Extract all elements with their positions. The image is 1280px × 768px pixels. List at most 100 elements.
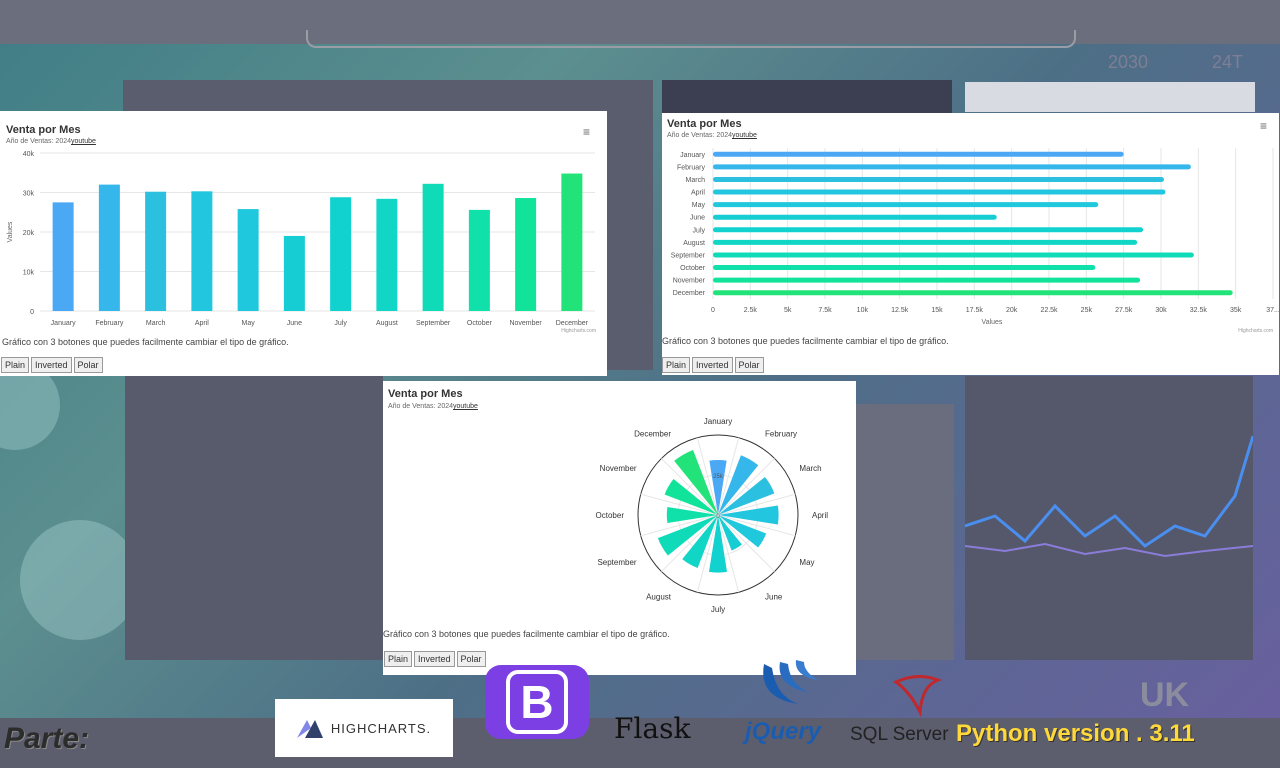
polar-button[interactable]: Polar xyxy=(73,357,103,373)
y-category-label: June xyxy=(690,215,705,222)
plain-button[interactable]: Plain xyxy=(1,357,30,373)
y-category-label: March xyxy=(686,177,706,184)
bar-may xyxy=(237,209,259,311)
x-tick-label: July xyxy=(334,320,347,327)
bar-february xyxy=(98,184,120,311)
y-category-label: April xyxy=(691,190,705,197)
bar-march xyxy=(713,176,1164,182)
bar-july xyxy=(713,227,1144,233)
polar-category-label: February xyxy=(765,430,797,439)
x-tick-label: February xyxy=(95,320,124,327)
polar-category-label: January xyxy=(704,417,732,426)
bar-june xyxy=(283,235,305,311)
background-text-24t: 24T xyxy=(1212,52,1244,72)
jquery-logo: jQuery xyxy=(745,718,822,745)
highcharts-icon xyxy=(296,720,323,738)
chart-description: Gráfico con 3 botones que puedes facilme… xyxy=(383,629,670,639)
x-tick-label: 27.5k xyxy=(1115,307,1133,314)
x-tick-label: 37... xyxy=(1266,307,1279,314)
x-tick-label: 32.5k xyxy=(1190,307,1208,314)
background-panel xyxy=(125,376,383,660)
inverted-button[interactable]: Inverted xyxy=(31,357,72,373)
polar-category-label: October xyxy=(596,511,625,520)
x-tick-label: 2.5k xyxy=(744,307,758,314)
x-tick-label: August xyxy=(376,320,398,327)
bar-january xyxy=(52,202,74,311)
polar-category-label: September xyxy=(597,558,636,567)
y-category-label: December xyxy=(673,290,706,297)
highcharts-credit: Highcharts.com xyxy=(1238,328,1273,334)
flask-logo: Flask xyxy=(614,712,691,745)
polar-category-label: April xyxy=(812,511,828,520)
x-tick-label: 22.5k xyxy=(1040,307,1058,314)
bar-january xyxy=(713,151,1124,157)
column-chart: 0 10k 20k 30k 40k Values January February March A… xyxy=(7,151,596,334)
y-category-label: October xyxy=(680,265,706,272)
x-tick-label: 12.5k xyxy=(891,307,909,314)
bar-february xyxy=(713,164,1191,170)
y-tick-label: 40k xyxy=(23,151,35,158)
top-bar xyxy=(0,0,1280,48)
polar-button[interactable]: Polar xyxy=(456,651,486,667)
y-category-label: February xyxy=(677,164,706,171)
bar-september xyxy=(422,183,444,311)
x-tick-label: 0 xyxy=(711,307,715,314)
bar-april xyxy=(713,189,1166,195)
highcharts-credit: Highcharts.com xyxy=(561,328,596,334)
polar-category-label: December xyxy=(634,430,671,439)
bar-chart: 0 2.5k 5k 7.5k 10k 12.5k 15k 17.5k 20k 22.5k 25k 27… xyxy=(671,148,1279,334)
python-version-label: Python version . 3.11 xyxy=(956,720,1195,747)
bar-may xyxy=(713,202,1099,208)
x-tick-label: May xyxy=(242,320,256,327)
bar-november xyxy=(713,277,1141,283)
x-tick-label: April xyxy=(195,320,209,327)
plain-button[interactable]: Plain xyxy=(662,357,691,373)
polar-button[interactable]: Polar xyxy=(734,357,764,373)
inverted-button[interactable]: Inverted xyxy=(414,651,455,667)
polar-spoke xyxy=(717,514,775,572)
x-tick-label: 17.5k xyxy=(966,307,984,314)
sql-server-icon xyxy=(893,675,942,718)
parte-label: Parte: xyxy=(4,722,90,755)
x-tick-label: January xyxy=(51,320,76,327)
inverted-button[interactable]: Inverted xyxy=(692,357,733,373)
y-category-label: November xyxy=(673,278,706,285)
polar-category-label: August xyxy=(646,592,672,601)
polar-category-label: June xyxy=(765,592,783,601)
polar-category-label: November xyxy=(600,464,637,473)
bar-october xyxy=(713,265,1096,271)
x-tick-label: September xyxy=(416,320,451,327)
polar-radial-label: 25k xyxy=(713,474,724,480)
bar-december xyxy=(713,290,1233,296)
column-chart-card: Venta por Mes Año de Ventas: 2024youtube… xyxy=(0,111,607,376)
x-tick-label: November xyxy=(509,320,542,327)
y-category-label: January xyxy=(680,152,705,159)
y-category-label: May xyxy=(692,202,706,209)
y-tick-label: 20k xyxy=(23,230,35,237)
background-text-uk: UK xyxy=(1140,676,1190,714)
line-chart-background xyxy=(964,435,1255,558)
x-tick-label: December xyxy=(556,320,589,327)
plain-button[interactable]: Plain xyxy=(384,651,413,667)
background-panel xyxy=(856,404,954,660)
bar-june xyxy=(713,214,997,220)
bootstrap-logo: B xyxy=(485,665,589,739)
bar-november xyxy=(515,198,537,311)
polar-chart-card: Venta por Mes Año de Ventas: 2024youtube… xyxy=(383,381,856,675)
y-tick-label: 10k xyxy=(23,270,35,277)
y-category-label: July xyxy=(693,227,706,234)
bar-august xyxy=(713,239,1138,245)
jquery-swirl-icon xyxy=(763,660,818,704)
x-tick-label: 30k xyxy=(1155,307,1167,314)
x-tick-label: 15k xyxy=(931,307,943,314)
x-tick-label: 10k xyxy=(857,307,869,314)
x-tick-label: March xyxy=(146,320,166,327)
bar-march xyxy=(145,191,167,311)
bar-chart-card: Venta por Mes Año de Ventas: 2024youtube… xyxy=(662,113,1279,375)
x-tick-label: 20k xyxy=(1006,307,1018,314)
y-category-label: September xyxy=(671,252,706,259)
x-tick-label: 7.5k xyxy=(818,307,832,314)
x-tick-label: October xyxy=(467,320,493,327)
bar-october xyxy=(468,209,490,311)
bootstrap-letter: B xyxy=(506,670,568,734)
